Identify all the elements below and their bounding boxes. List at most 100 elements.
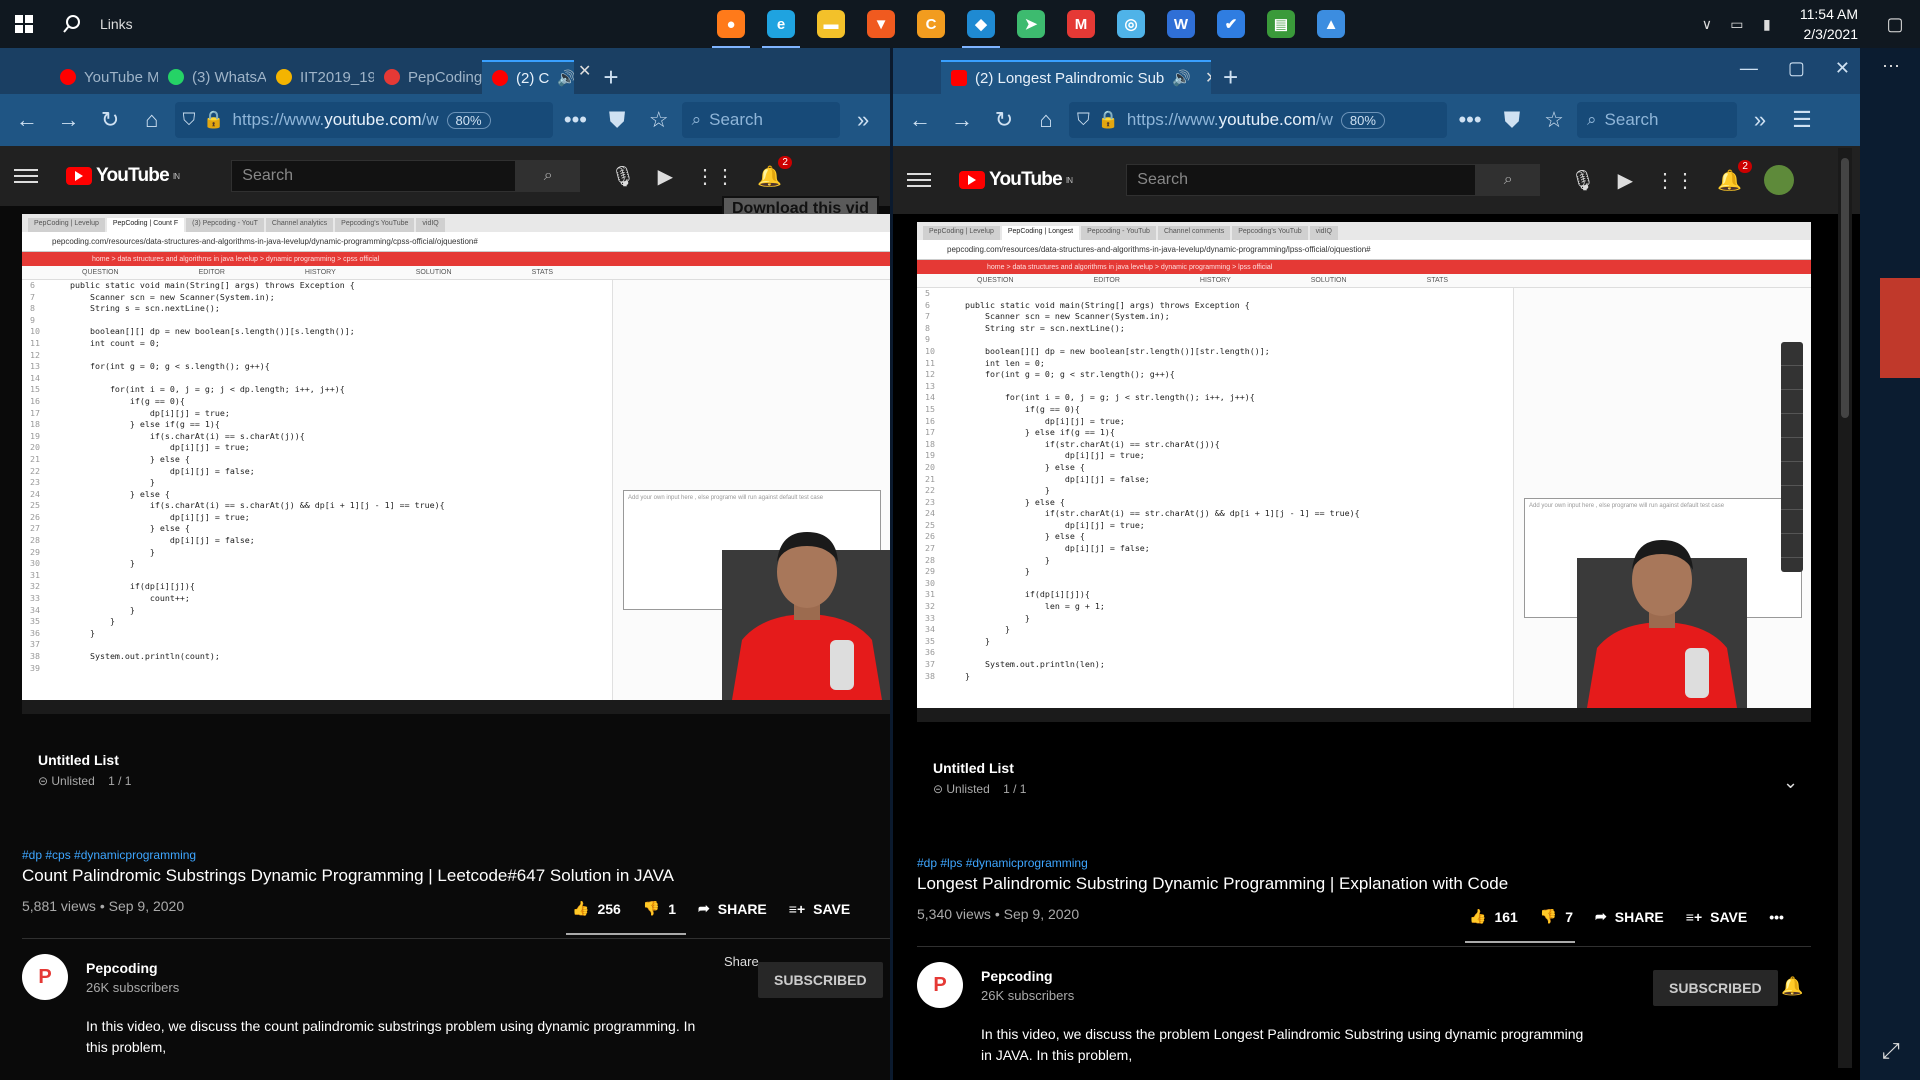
new-tab-button[interactable]: + [1211, 60, 1250, 94]
bookmark-star-icon[interactable]: ☆ [640, 102, 678, 138]
create-video-icon[interactable]: ▶ [1618, 168, 1633, 193]
notification-center-icon[interactable]: ▢ [1880, 14, 1910, 35]
channel-name[interactable]: Pepcoding [86, 960, 158, 976]
overflow-chevron-icon[interactable]: » [844, 102, 882, 138]
share-button[interactable]: ➦ SHARE [698, 900, 767, 917]
page-actions-icon[interactable]: ••• [557, 102, 595, 138]
yt-search-button[interactable]: ⌕ [1476, 164, 1541, 196]
speaker-icon[interactable]: 🔊 [1172, 69, 1191, 87]
excel-chart-icon[interactable]: ▤ [1256, 0, 1306, 48]
apps-grid-icon[interactable]: ⋮⋮ [695, 164, 735, 189]
youtube-logo[interactable]: YouTube IN [66, 165, 180, 187]
window-close-icon[interactable]: ✕ [1835, 58, 1850, 79]
hamburger-menu-icon[interactable] [907, 173, 931, 187]
dislike-button[interactable]: 👎 7 [1540, 908, 1573, 925]
tab-2[interactable]: (3) WhatsA [158, 60, 266, 94]
notification-bell-icon[interactable]: 🔔 [1781, 976, 1803, 997]
left-search-box[interactable]: ⌕ Search [681, 102, 841, 138]
back-icon[interactable]: ← [901, 102, 939, 138]
todo-icon[interactable]: ✔ [1206, 0, 1256, 48]
brave-icon[interactable]: ▼ [856, 0, 906, 48]
more-icon[interactable]: ⋯ [1882, 56, 1900, 77]
minimize-icon[interactable]: — [1740, 58, 1758, 79]
notifications-bell-icon[interactable]: 🔔 2 [757, 155, 792, 189]
links-toolbar-label[interactable]: Links [100, 16, 133, 32]
save-button[interactable]: ≡+ SAVE [789, 901, 850, 917]
right-video-player[interactable]: PepCoding | Levelup PepCoding | Longest Pe… [917, 222, 1811, 722]
taskbar-clock[interactable]: 11:54 AM 2/3/2021 [1800, 4, 1858, 44]
back-icon[interactable]: ← [8, 102, 46, 138]
right-playlist-info[interactable]: Untitled List ⊝ Unlisted 1 / 1 [933, 760, 1026, 796]
expand-icon[interactable]: ⤢ [1882, 1038, 1900, 1064]
tab-3[interactable]: IIT2019_19 [266, 60, 374, 94]
bookmark-star-icon[interactable]: ☆ [1535, 102, 1573, 138]
photos-icon[interactable]: ▲ [1306, 0, 1356, 48]
home-icon[interactable]: ⌂ [1027, 102, 1065, 138]
vscode-icon[interactable]: ◆ [956, 0, 1006, 48]
channel-name[interactable]: Pepcoding [981, 968, 1053, 984]
taskbar-search-icon[interactable] [48, 0, 96, 48]
mic-icon[interactable]: 🎙 [1570, 168, 1595, 193]
tab-5[interactable]: (2) C🔊 [482, 60, 574, 94]
tab-4[interactable]: PepCoding [374, 60, 482, 94]
tab-1[interactable]: YouTube M [50, 60, 158, 94]
page-scrollbar[interactable] [1838, 148, 1852, 1068]
hashtags[interactable]: #dp #cps #dynamicprogramming [22, 848, 882, 862]
dislike-button[interactable]: 👎 1 [643, 900, 676, 917]
save-button[interactable]: ≡+ SAVE [1686, 909, 1747, 925]
share-button[interactable]: ➦ SHARE [1595, 908, 1664, 925]
user-avatar[interactable] [1763, 165, 1794, 195]
zoom-level[interactable]: 80% [1340, 111, 1385, 129]
playlist-expand-chevron-icon[interactable]: ⌄ [1783, 772, 1798, 793]
yt-search-input[interactable]: Search [1126, 164, 1477, 196]
create-video-icon[interactable]: ▶ [658, 164, 673, 189]
reload-icon[interactable]: ↻ [985, 102, 1023, 138]
gmail-icon[interactable]: M [1056, 0, 1106, 48]
shield-icon[interactable]: ⛉ [183, 110, 196, 130]
edge-icon[interactable]: e [756, 0, 806, 48]
tab-close-icon[interactable]: ✕ [578, 61, 591, 81]
pocket-icon[interactable]: ⛊ [1493, 102, 1531, 138]
overflow-chevron-icon[interactable]: » [1741, 102, 1779, 138]
network-icon[interactable]: ▭ [1722, 16, 1752, 33]
forward-icon[interactable]: → [943, 102, 981, 138]
shield-icon[interactable]: ⛉ [1077, 110, 1090, 130]
scrollbar-thumb[interactable] [1841, 158, 1849, 418]
forward-icon[interactable]: → [50, 102, 88, 138]
hashtags[interactable]: #dp #lps #dynamicprogramming [917, 856, 1817, 870]
home-icon[interactable]: ⌂ [133, 102, 171, 138]
youtube-logo[interactable]: YouTube IN [959, 169, 1073, 191]
c-app-icon[interactable]: C [906, 0, 956, 48]
battery-icon[interactable]: ▮ [1752, 16, 1782, 33]
firefox-icon[interactable]: ● [706, 0, 756, 48]
tab-youtube-active[interactable]: (2) Longest Palindromic Sub 🔊 ✕ [941, 60, 1211, 94]
file-explorer-icon[interactable]: ▬ [806, 0, 856, 48]
page-actions-icon[interactable]: ••• [1451, 102, 1489, 138]
notifications-bell-icon[interactable]: 🔔 2 [1717, 159, 1752, 193]
new-tab-button[interactable]: + [591, 60, 630, 94]
channel-avatar[interactable]: P [22, 954, 68, 1000]
subscribed-button[interactable]: SUBSCRIBED [1653, 970, 1778, 1006]
left-video-player[interactable]: PepCoding | Levelup PepCoding | Count F (3… [22, 214, 890, 714]
left-url-bar[interactable]: ⛉ 🔒 https://www.youtube.com/w 80% [174, 102, 553, 138]
reload-icon[interactable]: ↻ [91, 102, 129, 138]
mic-icon[interactable]: 🎙 [610, 164, 635, 189]
telegram-icon[interactable]: ➤ [1006, 0, 1056, 48]
pocket-icon[interactable]: ⛊ [598, 102, 636, 138]
chevron-up-icon[interactable]: ∨ [1692, 16, 1722, 33]
like-button[interactable]: 👍 161 [1469, 908, 1518, 925]
windows-start-icon[interactable] [0, 0, 48, 48]
right-url-bar[interactable]: ⛉ 🔒 https://www.youtube.com/w 80% [1069, 102, 1447, 138]
yt-search-button[interactable]: ⌕ [516, 160, 581, 192]
apps-grid-icon[interactable]: ⋮⋮ [1655, 168, 1695, 193]
channel-avatar[interactable]: P [917, 962, 963, 1008]
maximize-icon[interactable]: ▢ [1788, 58, 1805, 79]
globe-app-icon[interactable]: ◎ [1106, 0, 1156, 48]
hamburger-menu-icon[interactable] [14, 169, 38, 183]
zoom-level[interactable]: 80% [446, 111, 491, 129]
yt-search-input[interactable]: Search [231, 160, 517, 192]
left-playlist-info[interactable]: Untitled List ⊝ Unlisted 1 / 1 [38, 752, 131, 788]
more-actions-icon[interactable]: ••• [1769, 909, 1784, 925]
app-menu-icon[interactable]: ☰ [1783, 102, 1821, 138]
speaker-icon[interactable]: 🔊 [557, 69, 574, 87]
